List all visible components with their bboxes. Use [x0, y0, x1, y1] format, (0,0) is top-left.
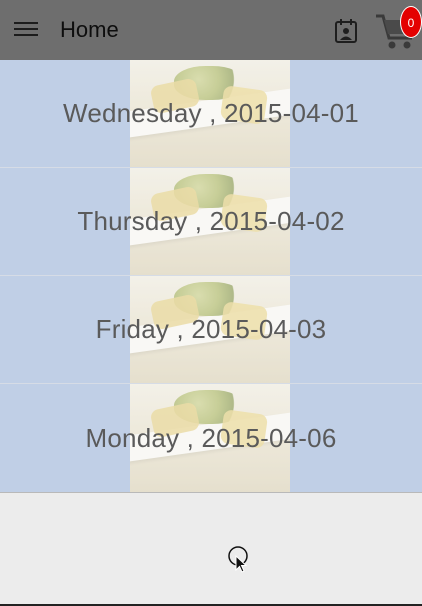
date-list: Wednesday , 2015-04-01 Thursday , 2015-0… [0, 60, 422, 493]
date-label: Wednesday , 2015-04-01 [63, 98, 359, 128]
calendar-person-icon[interactable] [333, 18, 359, 44]
list-item[interactable]: Thursday , 2015-04-02 [0, 168, 422, 276]
cart-button[interactable]: 0 [374, 6, 422, 52]
page-title: Home [60, 17, 119, 42]
cart-count-badge: 0 [400, 6, 422, 38]
mouse-cursor-icon [227, 545, 251, 573]
hamburger-menu-icon[interactable] [14, 22, 38, 38]
list-item[interactable]: Wednesday , 2015-04-01 [0, 60, 422, 168]
date-label: Friday , 2015-04-03 [95, 314, 327, 344]
app-bar: Home 0 [0, 0, 422, 60]
date-label: Monday , 2015-04-06 [85, 422, 337, 453]
date-label: Thursday , 2015-04-02 [77, 206, 345, 236]
list-item[interactable]: Friday , 2015-04-03 [0, 276, 422, 384]
list-item[interactable]: Monday , 2015-04-06 [0, 384, 422, 493]
